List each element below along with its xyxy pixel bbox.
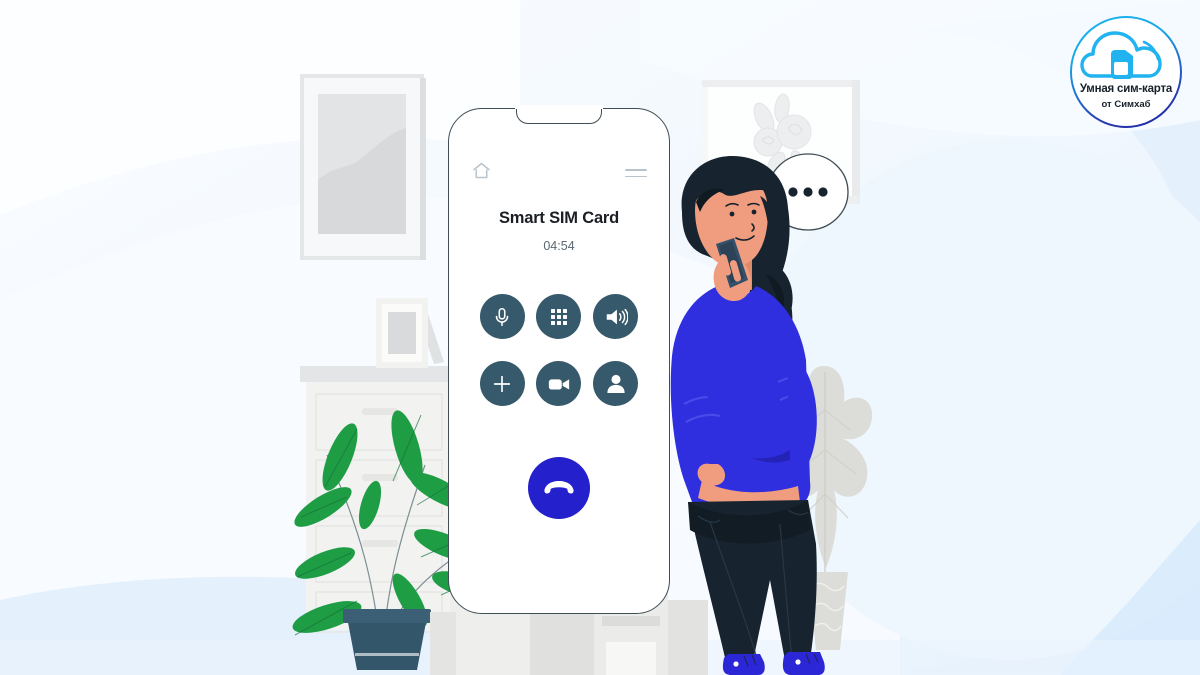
illustration-scene: Smart SIM Card 04:54 Умная сим-карта от …	[0, 0, 1200, 675]
end-call-button[interactable]	[528, 457, 590, 519]
mute-button[interactable]	[479, 294, 525, 339]
woman-on-phone	[670, 156, 825, 675]
speaker-button[interactable]	[593, 294, 639, 339]
phone-header	[449, 159, 669, 187]
keypad-button[interactable]	[536, 294, 582, 339]
cloud-sim-card-icon	[1080, 28, 1172, 86]
call-controls-grid	[474, 294, 644, 406]
contacts-button[interactable]	[593, 361, 639, 406]
end-call-wrapper	[528, 457, 590, 519]
home-icon[interactable]	[471, 160, 492, 186]
phone-notch	[515, 105, 603, 124]
wall-frame-left	[300, 74, 426, 260]
smartphone-mockup: Smart SIM Card 04:54	[448, 105, 670, 614]
desk-photo-frame	[376, 298, 444, 368]
brand-logo-badge: Умная сим-карта от Симхаб	[1070, 16, 1182, 128]
call-title: Smart SIM Card	[498, 209, 620, 227]
call-timer: 04:54	[543, 239, 575, 253]
add-call-button[interactable]	[479, 361, 525, 406]
video-button[interactable]	[536, 361, 582, 406]
logo-secondary-text: от Симхаб	[1101, 98, 1151, 110]
